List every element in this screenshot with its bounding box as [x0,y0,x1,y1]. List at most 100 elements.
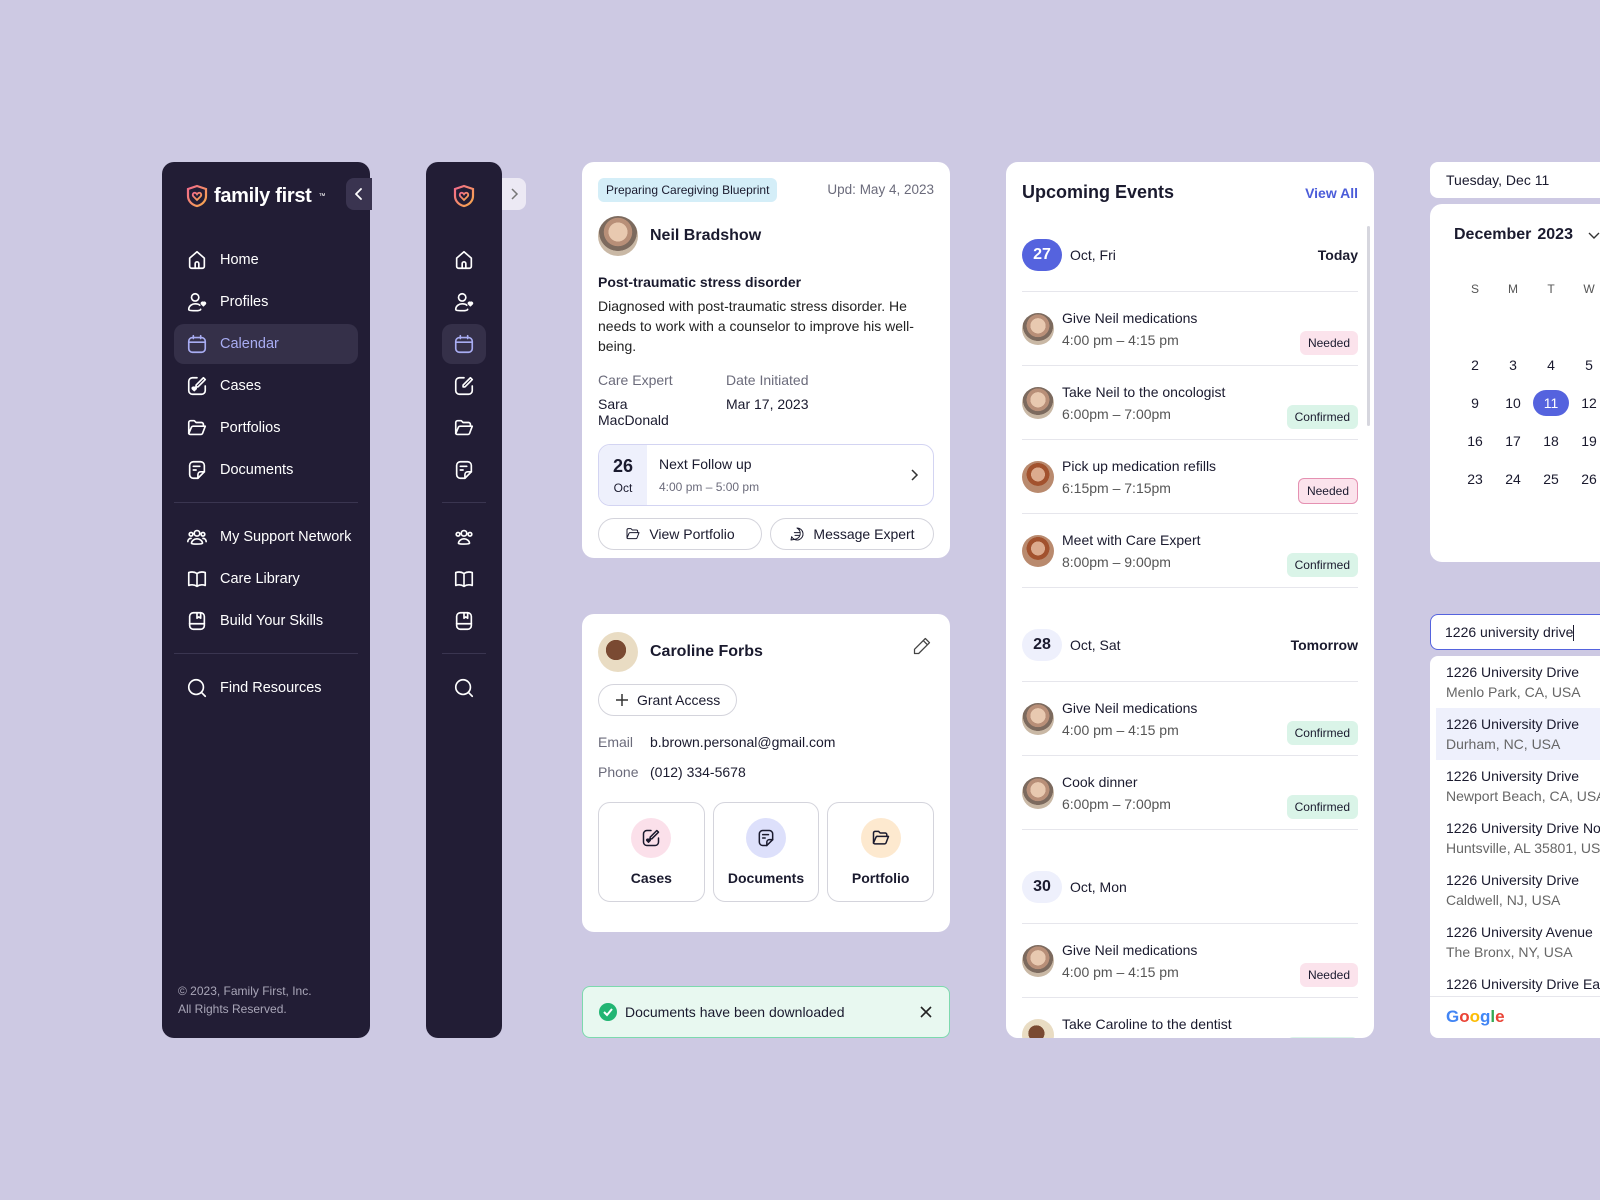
contact-name[interactable]: Caroline Forbs [650,643,763,661]
followup-date: 26 Oct [599,445,647,505]
sidebar-collapsed [426,162,526,1038]
sidebar-divider [442,502,486,503]
sidebar-item-care-library[interactable]: Care Library [174,559,358,599]
mini-item-support-network[interactable] [442,517,486,557]
mini-item-find-resources[interactable] [442,668,486,708]
case-edit-icon [643,829,660,847]
mini-item-home[interactable] [442,240,486,280]
calendar-day[interactable]: 18 [1532,422,1570,460]
event-row[interactable]: Pick up medication refills 6:15pm – 7:15p… [1022,440,1358,514]
sidebar-item-home[interactable]: Home [174,240,358,280]
sidebar-divider [442,653,486,654]
event-row[interactable]: Take Neil to the oncologist 6:00pm – 7:00… [1022,366,1358,440]
folder-icon [454,419,474,436]
calendar-day[interactable]: 11 [1532,384,1570,422]
mini-item-documents[interactable] [442,450,486,490]
calendar-day[interactable]: 2 [1456,346,1494,384]
address-input-value: 1226 university drive [1445,624,1574,640]
calendar-day[interactable]: 5 [1570,346,1600,384]
expand-sidebar-button[interactable] [502,178,526,210]
event-row[interactable]: Take Caroline to the dentist 6:00 pm – 7:… [1022,998,1358,1038]
cases-tile[interactable]: Cases [598,802,705,902]
mini-item-care-library[interactable] [442,559,486,599]
sidebar-item-portfolios[interactable]: Portfolios [174,408,358,448]
date-field[interactable]: Tuesday, Dec 11 [1430,162,1600,198]
shield-heart-icon[interactable] [453,184,475,208]
brand-logo[interactable]: family first ™ [186,184,326,208]
sidebar-item-find-resources[interactable]: Find Resources [174,668,358,708]
portfolio-tile[interactable]: Portfolio [827,802,935,902]
mini-item-cases[interactable] [442,366,486,406]
status-badge: Needed [1299,962,1358,987]
calendar-day[interactable]: 25 [1532,460,1570,498]
sidebar-item-support-network[interactable]: My Support Network [174,517,358,557]
suggestion-item[interactable]: 1226 University Drive Menlo Park, CA, USA [1430,656,1600,708]
suggestion-item[interactable]: 1226 University Drive Newport Beach, CA, … [1430,760,1600,812]
mini-item-calendar[interactable] [442,324,486,364]
suggestion-line2: Caldwell, NJ, USA [1446,892,1561,908]
selected-day[interactable]: 11 [1533,390,1569,416]
scrollbar[interactable] [1367,226,1370,426]
chevron-down-icon[interactable] [1588,232,1600,240]
suggestion-line1: 1226 University Drive [1446,768,1580,784]
avatar [598,216,638,256]
collapse-sidebar-button[interactable] [346,178,372,210]
calendar-icon [187,334,207,354]
collapsed-nav [442,240,486,710]
suggestion-item[interactable]: 1226 University Avenue The Bronx, NY, USA [1430,916,1600,968]
calendar-day[interactable]: 26 [1570,460,1600,498]
next-followup[interactable]: 26 Oct Next Follow up 4:00 pm – 5:00 pm [598,444,934,506]
skills-icon [188,611,206,631]
month-selector[interactable]: December 2023 [1454,226,1573,244]
sidebar-item-cases[interactable]: Cases [174,366,358,406]
calendar-day[interactable]: 12 [1570,384,1600,422]
check-circle-icon [599,1003,617,1021]
email-value[interactable]: b.brown.personal@gmail.com [650,734,835,750]
google-attribution: Google [1430,996,1600,1038]
case-edit-icon [187,376,207,396]
patient-name[interactable]: Neil Bradshow [650,227,761,245]
care-expert-label: Care Expert [598,372,673,388]
event-row[interactable]: Give Neil medications 4:00 pm – 4:15 pm N… [1022,924,1358,998]
sidebar-item-calendar[interactable]: Calendar [174,324,358,364]
sidebar-item-documents[interactable]: Documents [174,450,358,490]
calendar-day[interactable]: 4 [1532,346,1570,384]
chevron-left-icon [355,188,362,200]
followup-title: Next Follow up [659,456,752,472]
documents-tile[interactable]: Documents [712,802,820,902]
calendar-day[interactable]: 17 [1494,422,1532,460]
sidebar-item-label: Profiles [220,294,269,310]
mini-item-portfolios[interactable] [442,408,486,448]
calendar-day[interactable]: 16 [1456,422,1494,460]
suggestion-item[interactable]: 1226 University Drive Nov Huntsville, AL … [1430,812,1600,864]
suggestion-item[interactable]: 1226 University Drive Durham, NC, USA [1436,708,1600,760]
calendar-icon [454,334,474,354]
calendar-day[interactable]: 23 [1456,460,1494,498]
mini-item-profiles[interactable] [442,282,486,322]
event-row[interactable]: Cook dinner 6:00pm – 7:00pm Confirmed [1022,756,1358,830]
calendar-day[interactable]: 10 [1494,384,1532,422]
suggestion-item[interactable]: 1226 University Drive Caldwell, NJ, USA [1430,864,1600,916]
sidebar-item-profiles[interactable]: Profiles [174,282,358,322]
close-icon[interactable] [919,1005,933,1019]
grant-access-button[interactable]: Grant Access [598,684,738,716]
calendar-day[interactable]: 19 [1570,422,1600,460]
view-portfolio-button[interactable]: View Portfolio [598,518,762,550]
document-icon [758,829,774,847]
plus-icon [616,694,628,706]
event-time: 4:00 pm – 4:15 pm [1062,963,1179,980]
calendar-day[interactable]: 24 [1494,460,1532,498]
pencil-icon[interactable] [912,636,932,656]
message-expert-button[interactable]: Message Expert [770,518,934,550]
phone-value[interactable]: (012) 334-5678 [650,764,746,780]
calendar-day[interactable]: 9 [1456,384,1494,422]
event-row[interactable]: Give Neil medications 4:00 pm – 4:15 pm C… [1022,682,1358,756]
event-row[interactable]: Meet with Care Expert 8:00pm – 9:00pm Con… [1022,514,1358,588]
mini-item-build-skills[interactable] [442,601,486,641]
address-input[interactable]: 1226 university drive [1430,614,1600,650]
view-all-link[interactable]: View All [1305,185,1358,201]
trademark: ™ [318,192,326,200]
event-row[interactable]: Give Neil medications 4:00 pm – 4:15 pm N… [1022,292,1358,366]
sidebar-item-build-skills[interactable]: Build Your Skills [174,601,358,641]
calendar-day[interactable]: 3 [1494,346,1532,384]
